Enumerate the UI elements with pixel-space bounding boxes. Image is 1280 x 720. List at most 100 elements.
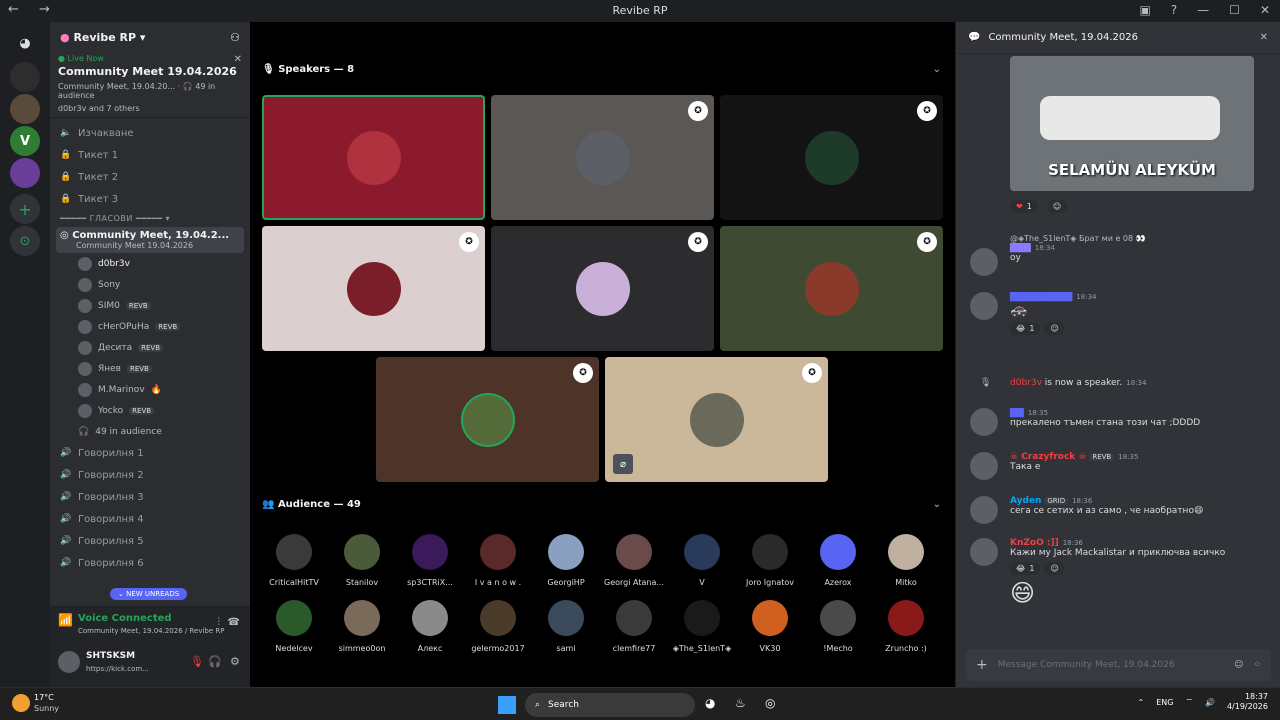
wifi-icon[interactable]: ⌔ (1185, 697, 1193, 707)
server-icon[interactable]: V (10, 126, 40, 156)
chat-message[interactable]: ☠ Crazyfrock ☠ REVB 18:35 Така е (970, 452, 1270, 480)
add-member-icon[interactable]: ⚇ (230, 31, 240, 44)
member-item[interactable]: Десита REVB (50, 337, 250, 358)
lang-indicator[interactable]: ENG (1156, 698, 1173, 707)
reply-preview[interactable]: @◈The_S1lenT◈ Брат ми е 08 👀 (1010, 234, 1270, 243)
speaker-tile[interactable]: ✪ (720, 226, 943, 351)
avatar[interactable] (970, 496, 998, 524)
volume-icon[interactable]: 🔊 (1205, 698, 1215, 707)
server-icon[interactable] (10, 94, 40, 124)
message-image[interactable]: SELAMÜN ALEYKÜM (1010, 56, 1254, 191)
audience-member[interactable]: Nedelcev (260, 600, 328, 653)
message-placeholder[interactable]: Message Community Meet, 19.04.2026 (998, 660, 1224, 670)
stage-channel[interactable]: ◎ Community Meet, 19.04.2... Community M… (56, 227, 244, 253)
avatar[interactable] (970, 452, 998, 480)
close-icon[interactable]: ✕ (1260, 32, 1268, 43)
audience-member[interactable]: sami (532, 600, 600, 653)
emoji-icon[interactable]: ☺ (1234, 660, 1243, 670)
audience-member[interactable]: I v a n o w . (464, 534, 532, 587)
new-unreads-pill[interactable]: ⌄ NEW UNREADS (110, 588, 188, 600)
steam-taskbar-icon[interactable]: ♨ (735, 696, 746, 710)
add-reaction-icon[interactable]: ☺ (1044, 562, 1065, 575)
voice-status[interactable]: Voice Connected (78, 613, 172, 624)
speaker-tile[interactable]: ✪ (376, 357, 599, 482)
speaker-tile[interactable] (262, 95, 485, 220)
add-reaction-icon[interactable]: ☺ (1044, 322, 1065, 335)
audience-member[interactable]: Алекс (396, 600, 464, 653)
member-item[interactable]: cHerOPuHa REVB (50, 316, 250, 337)
channel-item[interactable]: 🔒 Тикет 3 (50, 188, 250, 210)
system-user[interactable]: d0br3v (1010, 378, 1042, 388)
weather-icon[interactable] (12, 694, 30, 712)
speaker-tile[interactable]: ✪ (262, 226, 485, 351)
message-user[interactable]: ☠ Crazyfrock ☠ (1010, 452, 1086, 462)
help-icon[interactable]: ? (1171, 3, 1177, 17)
add-attachment-icon[interactable]: + (976, 657, 988, 673)
audience-member[interactable]: V (668, 534, 736, 587)
user-status[interactable]: https://kick.com... (86, 665, 156, 673)
audience-member[interactable]: sp3CTRiX... (396, 534, 464, 587)
soundboard-icon[interactable]: ⫶ (218, 617, 221, 628)
headphones-icon[interactable]: 🎧 (208, 655, 222, 668)
live-now-panel[interactable]: ● Live Now Community Meet 19.04.2026 Com… (50, 52, 250, 118)
close-icon[interactable]: ✕ (234, 54, 242, 65)
channel-item[interactable]: 🔒 Тикет 1 (50, 144, 250, 166)
mute-icon[interactable]: 🎙 (190, 655, 204, 668)
server-icon[interactable] (10, 62, 40, 92)
message-user[interactable]: Ayden (1010, 496, 1041, 506)
reaction[interactable]: 😂 1 (1010, 562, 1041, 575)
reaction[interactable]: 😂 1 (1010, 322, 1041, 335)
audience-member[interactable]: Azerox (804, 534, 872, 587)
chevron-down-icon[interactable]: ⌄ (933, 64, 941, 75)
channel-item[interactable]: 🔊 Говорилня 5 (50, 530, 250, 552)
chat-message[interactable]: @◈The_S1lenT◈ Брат ми е 08 👀 ▇▇▇ 18:34 оу (970, 234, 1270, 276)
audience-member[interactable]: clemfire77 (600, 600, 668, 653)
chevron-down-icon[interactable]: ⌄ (933, 499, 941, 510)
taskbar-search[interactable]: ⌕ Search (525, 693, 695, 717)
audience-member[interactable]: CriticalHitTV (260, 534, 328, 587)
audience-member[interactable]: Zruncho :) (872, 600, 940, 653)
member-item[interactable]: Янев REVB (50, 358, 250, 379)
audience-member[interactable]: simmeo0on (328, 600, 396, 653)
speaker-tile[interactable]: ✪ (720, 95, 943, 220)
signal-icon[interactable]: 📶 (58, 613, 73, 627)
disconnect-icon[interactable]: ☎ (228, 617, 240, 628)
add-reaction-icon[interactable]: ☺ (1046, 200, 1068, 213)
channel-item[interactable]: 🔊 Говорилня 4 (50, 508, 250, 530)
weather-desc[interactable]: Sunny (34, 704, 59, 713)
channel-item[interactable]: 🔒 Тикет 2 (50, 166, 250, 188)
chat-message[interactable]: KnZoO :]] 18:36 Кажи му Jack Mackalistar … (970, 538, 1270, 607)
minimize-icon[interactable]: — (1197, 3, 1209, 17)
explore-icon[interactable]: ⊙ (10, 226, 40, 256)
avatar[interactable] (970, 408, 998, 436)
audience-member[interactable]: Georgi Atana... (600, 534, 668, 587)
audience-member[interactable]: GeorgiHP (532, 534, 600, 587)
member-item[interactable]: SIM0 REVB (50, 295, 250, 316)
gear-icon[interactable]: ⚙ (230, 655, 240, 668)
apps-icon[interactable]: ⁘ (1253, 660, 1261, 670)
clock[interactable]: 18:37 4/19/2026 (1227, 692, 1268, 713)
reaction[interactable]: ❤ 1 (1010, 200, 1038, 213)
add-server-icon[interactable]: + (10, 194, 40, 224)
avatar[interactable] (970, 248, 998, 276)
member-item[interactable]: Sony (50, 274, 250, 295)
member-item[interactable]: d0br3v (50, 253, 250, 274)
audience-member[interactable]: !Mecho (804, 600, 872, 653)
server-folder-icon[interactable] (10, 158, 40, 188)
message-input[interactable]: + Message Community Meet, 19.04.2026 ☺ ⁘ (966, 649, 1271, 681)
chat-message[interactable]: Ayden GRID 18:36 сега се сетих и аз само … (970, 496, 1270, 524)
channel-item[interactable]: 🔊 Говорилня 6 (50, 552, 250, 574)
category-header[interactable]: ━━━━━ ГЛАСОВИ ━━━━━ ▾ (50, 210, 250, 227)
audience-member[interactable]: Mitko (872, 534, 940, 587)
audience-member[interactable]: Stanilov (328, 534, 396, 587)
discord-taskbar-icon[interactable]: ◕ (705, 696, 715, 710)
windows-start-icon[interactable] (498, 696, 516, 714)
app-taskbar-icon[interactable]: ◎ (765, 696, 775, 710)
chat-message[interactable]: ▇▇▇▇▇▇▇▇▇ 18:34 🚓 😂 1 ☺ (970, 292, 1270, 335)
avatar[interactable] (970, 538, 998, 566)
member-item[interactable]: Yocko REVB (50, 400, 250, 421)
audience-member[interactable]: gelermo2017 (464, 600, 532, 653)
user-name[interactable]: SHTSKSM (86, 651, 135, 661)
server-header[interactable]: ● Revibe RP ▾ ⚇ (50, 22, 250, 52)
avatar[interactable] (58, 651, 80, 673)
